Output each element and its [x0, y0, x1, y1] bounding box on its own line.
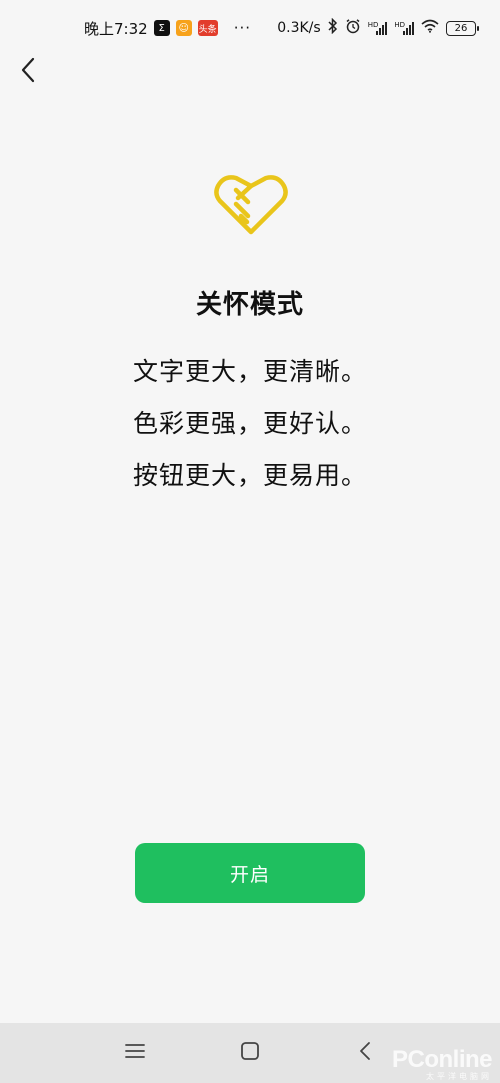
system-nav-bar: PConline 太平洋电脑网 [0, 1023, 500, 1083]
more-notifications-icon: ··· [233, 19, 251, 37]
watermark-sub: 太平洋电脑网 [426, 1072, 492, 1081]
menu-button[interactable] [117, 1035, 153, 1071]
feature-buttons: 按钮更大，更易用。 [132, 461, 367, 490]
home-square-icon [239, 1040, 261, 1066]
network-speed: 0.3K/s [277, 20, 321, 36]
toutiao-app-icon: 头条 [197, 20, 218, 36]
menu-icon [124, 1042, 146, 1064]
heart-hand-icon [214, 170, 288, 238]
back-button[interactable] [12, 56, 44, 88]
status-bar: 晚上7:32 Σ ☺ 头条 ··· 0.3K/s HD HD 26 [0, 0, 500, 56]
battery-icon: 26 [446, 20, 479, 36]
back-triangle-icon [358, 1040, 372, 1066]
alarm-icon [345, 18, 361, 38]
status-right: 0.3K/s HD HD 26 [277, 17, 479, 38]
chevron-left-icon [20, 57, 36, 87]
feature-list: 文字更大，更清晰。 色彩更强，更好认。 按钮更大，更易用。 [0, 346, 500, 502]
hd-label: HD [367, 21, 379, 29]
bluetooth-icon [328, 17, 338, 38]
signal-strength-icon-2: HD [394, 21, 414, 35]
wifi-icon [421, 19, 439, 37]
enable-button[interactable]: 开启 [135, 843, 365, 903]
signal-strength-icon-1: HD [368, 21, 388, 35]
status-left: 晚上7:32 Σ ☺ 头条 ··· [84, 18, 251, 39]
hd-label-2: HD [394, 21, 405, 29]
home-button[interactable] [232, 1035, 268, 1071]
watermark-main: PConline [391, 1046, 493, 1073]
feature-text: 文字更大，更清晰。 [132, 357, 367, 386]
nav-back-button[interactable] [347, 1035, 383, 1071]
status-time: 晚上7:32 [84, 19, 148, 38]
watermark: PConline 太平洋电脑网 [391, 1046, 493, 1082]
page-title: 关怀模式 [195, 290, 304, 320]
face-app-icon: ☺ [175, 20, 192, 36]
sigma-app-icon: Σ [153, 20, 170, 36]
feature-color: 色彩更强，更好认。 [132, 409, 367, 438]
